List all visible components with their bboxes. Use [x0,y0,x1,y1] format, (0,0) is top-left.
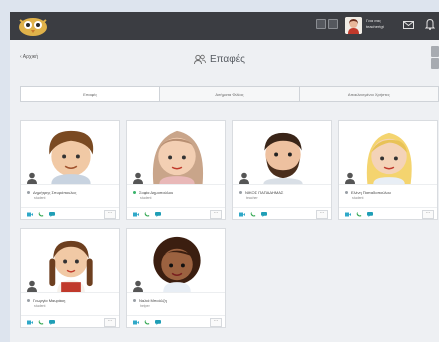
status-dot-icon [27,191,30,195]
status-dot-icon [27,299,30,303]
contact-actions: ··· [127,207,225,221]
side-search-button[interactable] [431,58,439,69]
user-silhouette-icon [27,172,37,184]
contact-card[interactable]: Γεωργία Μαυράκη student ··· [20,228,120,328]
user-avatar[interactable] [345,17,362,34]
contact-name-text: Γεωργία Μαυράκη [33,298,66,303]
contact-name[interactable]: Σοφία Δημοπούλου [133,190,173,195]
top-bar: Γεια σας teachertgt [10,12,439,40]
status-dot-icon [239,191,242,195]
phone-call-icon[interactable] [144,320,150,325]
video-call-icon[interactable] [345,212,351,217]
contact-name[interactable]: Ναλιά Μπούλζη [133,298,167,303]
contact-info: Δημήτρης Σπυρόπουλος student [21,184,119,207]
contact-name-text: Σοφία Δημοπούλου [139,190,174,195]
contact-role: helper [140,304,150,308]
contact-avatar[interactable] [21,229,119,292]
contact-name-text: ΝΙΚΟΣ ΠΑΠΑΔΗΜΑΣ [245,190,284,195]
contact-actions: ··· [21,207,119,221]
contact-name-text: Δημήτρης Σπυρόπουλος [33,190,77,195]
video-call-icon[interactable] [27,320,33,325]
fullscreen-icon[interactable] [328,19,338,29]
contact-actions: ··· [127,315,225,329]
contact-name-text: Ελένη Παπαδοπούλου [351,190,391,195]
more-options-button[interactable]: ··· [210,210,222,219]
phone-call-icon[interactable] [250,212,256,217]
user-silhouette-icon [27,280,37,292]
status-dot-icon [345,191,348,195]
contact-card[interactable]: Σοφία Δημοπούλου student ··· [126,120,226,220]
apps-icon[interactable] [316,19,326,29]
mail-icon[interactable] [403,21,414,29]
contact-actions: ··· [339,207,437,221]
tab-contacts[interactable]: Επαφές [21,87,161,101]
bell-icon[interactable] [425,18,435,30]
contact-name[interactable]: ΝΙΚΟΣ ΠΑΠΑΔΗΜΑΣ [239,190,283,195]
more-options-button[interactable]: ··· [422,210,434,219]
contact-role: student [34,304,46,308]
user-avatar-image [345,17,362,34]
status-dot-icon [133,191,136,195]
more-options-button[interactable]: ··· [104,318,116,327]
owl-logo-icon[interactable] [16,15,52,37]
phone-call-icon[interactable] [38,320,44,325]
tab-blocked-users[interactable]: Αποκλεισμένοι Χρήστες [300,87,438,101]
contact-card[interactable]: Δημήτρης Σπυρόπουλος student ··· [20,120,120,220]
chat-icon[interactable] [155,320,161,325]
page-title-text: Επαφές [210,53,245,65]
phone-call-icon[interactable] [38,212,44,217]
user-greeting[interactable]: Γεια σας teachertgt [366,18,384,30]
contacts-icon [194,54,206,64]
contact-info: ΝΙΚΟΣ ΠΑΠΑΔΗΜΑΣ teacher [233,184,331,207]
contact-role: teacher [246,196,258,200]
chat-icon[interactable] [367,212,373,217]
contact-info: Σοφία Δημοπούλου student [127,184,225,207]
phone-call-icon[interactable] [356,212,362,217]
contact-info: Γεωργία Μαυράκη student [21,292,119,315]
contact-avatar[interactable] [21,121,119,184]
contact-info: Ελένη Παπαδοπούλου student [339,184,437,207]
chat-icon[interactable] [49,212,55,217]
user-silhouette-icon [133,172,143,184]
contact-avatar[interactable] [127,229,225,292]
contact-card[interactable]: ΝΙΚΟΣ ΠΑΠΑΔΗΜΑΣ teacher ··· [232,120,332,220]
contact-name[interactable]: Γεωργία Μαυράκη [27,298,65,303]
more-options-button[interactable]: ··· [104,210,116,219]
contact-name[interactable]: Ελένη Παπαδοπούλου [345,190,391,195]
contact-role: student [34,196,46,200]
user-silhouette-icon [133,280,143,292]
tab-friend-requests[interactable]: Αιτήματα Φιλίας [160,87,300,101]
user-silhouette-icon [239,172,249,184]
phone-call-icon[interactable] [144,212,150,217]
video-call-icon[interactable] [27,212,33,217]
more-options-button[interactable]: ··· [210,318,222,327]
side-toggle-button[interactable] [431,46,439,57]
user-silhouette-icon [345,172,355,184]
user-name-label: teachertgt [366,24,384,29]
contact-name-text: Ναλιά Μπούλζη [139,298,167,303]
contact-avatar[interactable] [127,121,225,184]
contact-actions: ··· [21,315,119,329]
contact-card[interactable]: Ελένη Παπαδοπούλου student ··· [338,120,438,220]
page-title: Επαφές [194,52,245,66]
contact-avatar[interactable] [233,121,331,184]
chat-icon[interactable] [261,212,267,217]
contacts-tabs: Επαφές Αιτήματα Φιλίας Αποκλεισμένοι Χρή… [20,86,439,102]
video-call-icon[interactable] [133,320,139,325]
chat-icon[interactable] [49,320,55,325]
contact-actions: ··· [233,207,331,221]
contact-avatar[interactable] [339,121,437,184]
back-home-link[interactable]: ‹ Αρχική [20,54,38,60]
video-call-icon[interactable] [133,212,139,217]
contact-card[interactable]: Ναλιά Μπούλζη helper ··· [126,228,226,328]
contact-name[interactable]: Δημήτρης Σπυρόπουλος [27,190,76,195]
contact-role: student [352,196,364,200]
contact-role: student [140,196,152,200]
video-call-icon[interactable] [239,212,245,217]
contact-info: Ναλιά Μπούλζη helper [127,292,225,315]
status-dot-icon [133,299,136,303]
chat-icon[interactable] [155,212,161,217]
app-window: Γεια σας teachertgt ‹ Αρχική Επαφές Επαφ… [10,12,439,342]
more-options-button[interactable]: ··· [316,210,328,219]
